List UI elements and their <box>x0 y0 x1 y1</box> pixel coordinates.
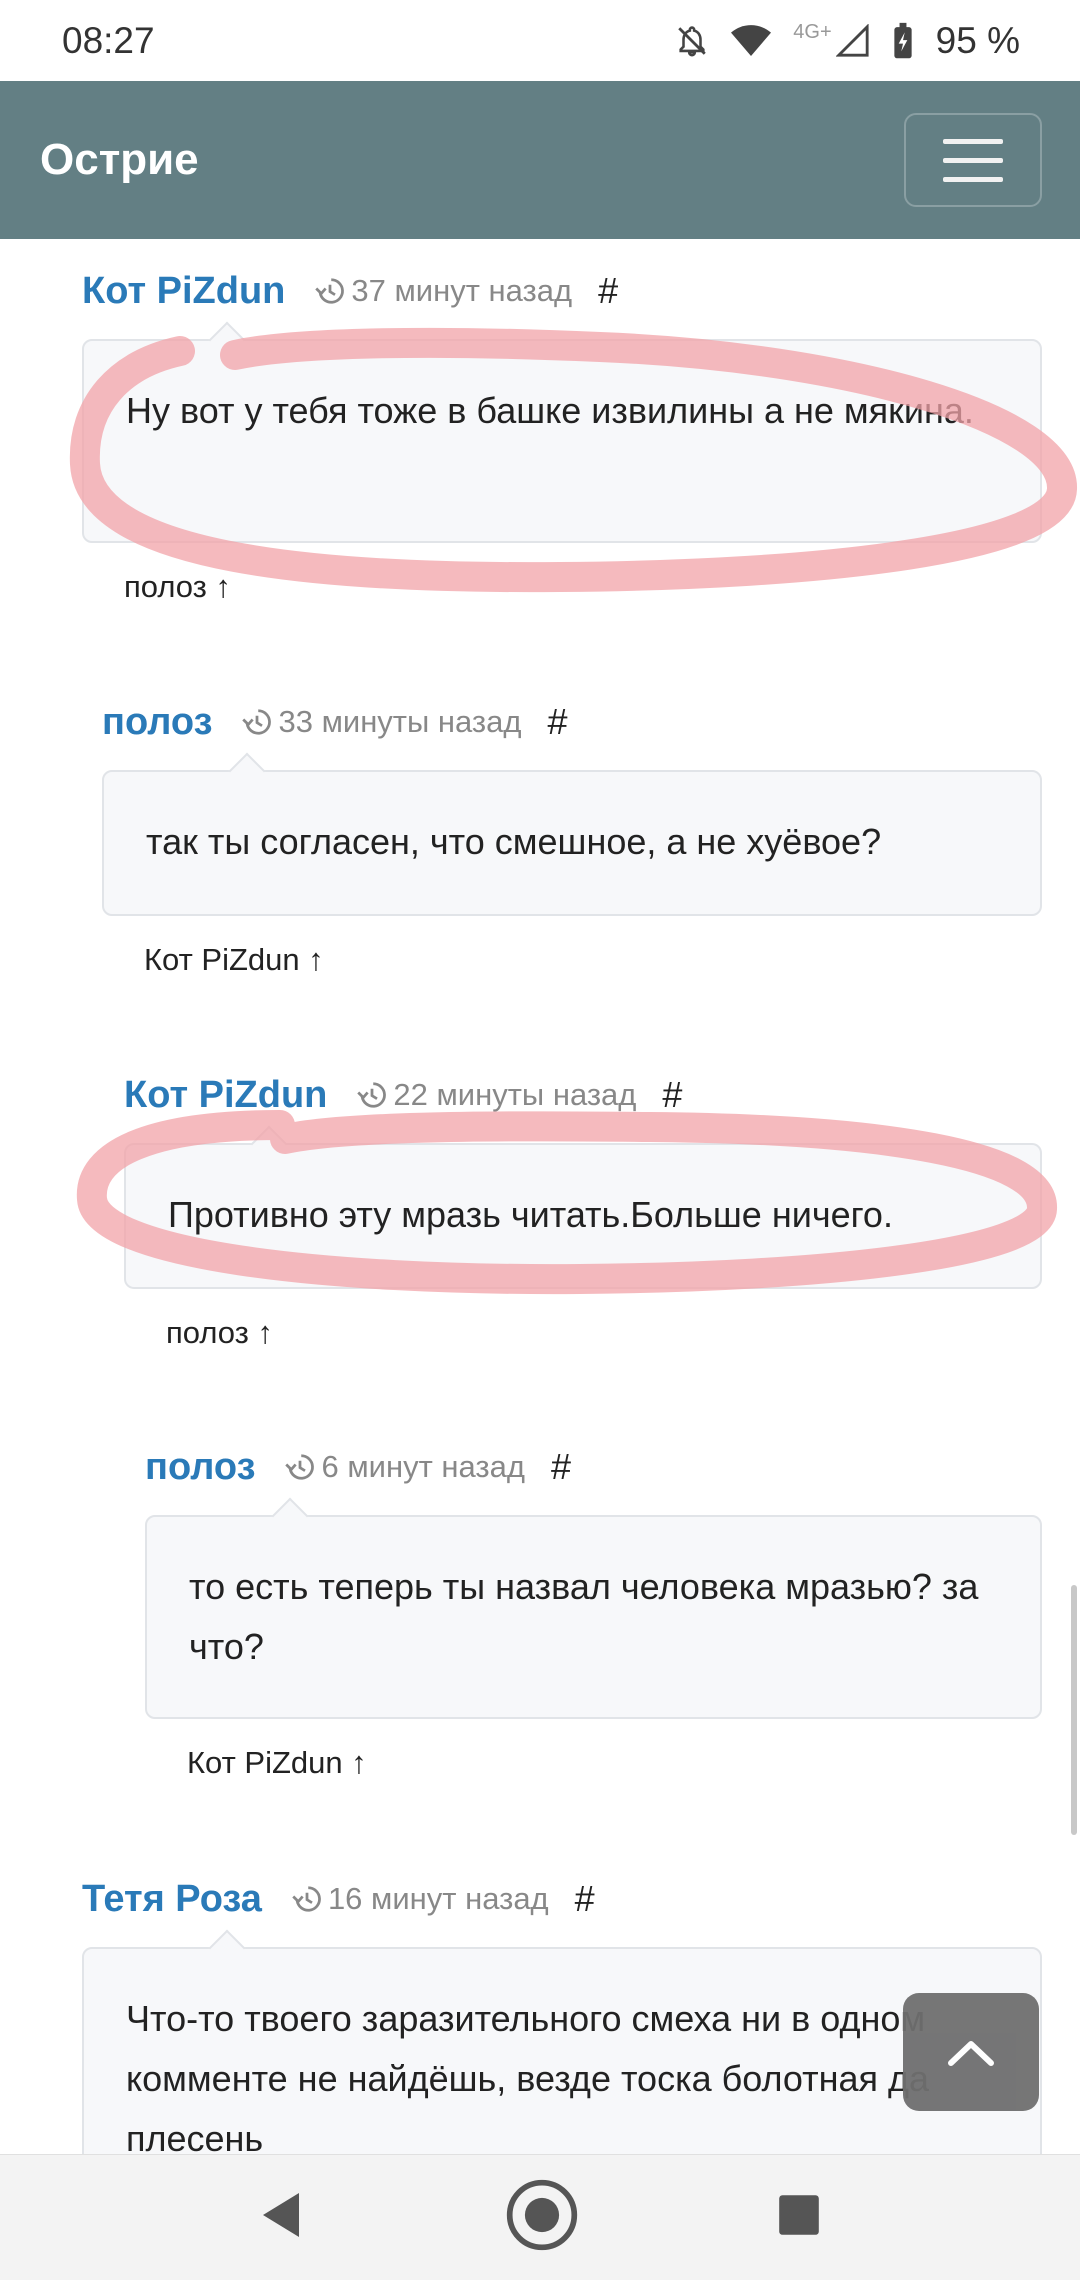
comment-header: полоз 33 минуты назад # <box>102 692 1042 752</box>
comment-author[interactable]: полоз <box>145 1446 255 1489</box>
home-icon <box>506 2179 578 2251</box>
reply-link[interactable]: Кот PiZdun ↑ <box>144 942 1042 978</box>
site-brand[interactable]: Острие <box>40 135 199 185</box>
comment-time-text: 37 минут назад <box>351 273 573 308</box>
comment-body: Ну вот у тебя тоже в башке извилины а не… <box>82 339 1042 543</box>
comment-body: Что-то твоего заразительного смеха ни в … <box>82 1947 1042 2154</box>
hamburger-icon-line <box>943 157 1003 163</box>
comment-author[interactable]: Кот PiZdun <box>82 270 285 313</box>
status-icons: 4G+ 95 % <box>675 20 1020 62</box>
comment-time-text: 6 минут назад <box>321 1449 525 1484</box>
comment: полоз 33 минуты назад # так ты согласен,… <box>102 692 1042 978</box>
reply-link[interactable]: полоз ↑ <box>166 1315 1042 1351</box>
hamburger-icon-line <box>943 176 1003 182</box>
comment-permalink[interactable]: # <box>598 270 618 312</box>
comment: Кот PiZdun 22 минуты назад # Противно эт… <box>124 1065 1042 1351</box>
comment-permalink[interactable]: # <box>547 701 567 743</box>
comment-text: Ну вот у тебя тоже в башке извилины а не… <box>126 390 974 431</box>
comment: Тетя Роза 16 минут назад # Что-то твоего… <box>82 1869 1042 2154</box>
wifi-icon <box>731 24 772 58</box>
menu-toggle-button[interactable] <box>904 113 1042 207</box>
history-icon <box>315 278 345 304</box>
home-button[interactable] <box>504 2177 580 2258</box>
comment-body: то есть теперь ты назвал человека мразью… <box>145 1515 1042 1719</box>
comment-author[interactable]: Кот PiZdun <box>124 1074 327 1117</box>
system-nav-bar <box>0 2154 1080 2280</box>
top-navbar: Острие <box>0 81 1080 239</box>
history-icon <box>357 1082 387 1108</box>
hamburger-icon-line <box>943 138 1003 144</box>
comment-text: Что-то твоего заразительного смеха ни в … <box>126 1998 930 2154</box>
status-time: 08:27 <box>62 19 155 61</box>
signal-icon <box>835 23 870 58</box>
comment-time-text: 16 минут назад <box>327 1881 549 1916</box>
comment-permalink[interactable]: # <box>575 1878 595 1920</box>
scroll-to-top-button[interactable] <box>903 1993 1039 2111</box>
network-type: 4G+ <box>793 21 832 43</box>
comment-permalink[interactable]: # <box>662 1074 682 1116</box>
page-scrollbar[interactable] <box>1071 1585 1077 1835</box>
comment-time: 22 минуты назад <box>357 1077 636 1113</box>
comment-time: 37 минут назад <box>315 273 572 309</box>
comment-header: Кот PiZdun 37 минут назад # <box>82 261 1042 321</box>
comment-body: так ты согласен, что смешное, а не хуёво… <box>102 770 1042 916</box>
recents-button[interactable] <box>777 2193 821 2242</box>
chevron-up-icon <box>948 2041 994 2066</box>
reply-link[interactable]: Кот PiZdun ↑ <box>187 1745 1042 1781</box>
comment: Кот PiZdun 37 минут назад # Ну вот у теб… <box>82 261 1042 605</box>
comment-header: полоз 6 минут назад # <box>145 1437 1042 1497</box>
comment-text: Противно эту мразь читать.Больше ничего. <box>168 1194 893 1235</box>
history-icon <box>285 1454 315 1480</box>
comment-time: 16 минут назад <box>292 1881 549 1917</box>
history-icon <box>292 1886 321 1912</box>
comment-time-text: 22 минуты назад <box>393 1077 637 1112</box>
history-icon <box>242 709 272 735</box>
comment-text: так ты согласен, что смешное, а не хуёво… <box>146 821 882 862</box>
back-icon <box>262 2193 299 2237</box>
mute-icon <box>675 24 709 58</box>
comment-header: Тетя Роза 16 минут назад # <box>82 1869 1042 1929</box>
back-button[interactable] <box>259 2189 307 2246</box>
comment: полоз 6 минут назад # то есть теперь ты … <box>145 1437 1042 1781</box>
battery-percent: 95 % <box>935 19 1020 61</box>
comment-time: 33 минуты назад <box>242 704 521 740</box>
recents-icon <box>779 2195 820 2235</box>
comment-author[interactable]: полоз <box>102 701 212 744</box>
comment-author[interactable]: Тетя Роза <box>82 1878 262 1921</box>
comment-text: то есть теперь ты назвал человека мразью… <box>189 1566 979 1667</box>
comment-header: Кот PiZdun 22 минуты назад # <box>124 1065 1042 1125</box>
comment-time-text: 33 минуты назад <box>278 704 522 739</box>
comment-time: 6 минут назад <box>285 1449 525 1485</box>
comments-list: Кот PiZdun 37 минут назад # Ну вот у теб… <box>0 239 1080 2154</box>
reply-link[interactable]: полоз ↑ <box>124 569 1042 605</box>
status-bar: 08:27 4G+ 95 % <box>0 0 1080 81</box>
comment-body: Противно эту мразь читать.Больше ничего. <box>124 1143 1042 1289</box>
comment-permalink[interactable]: # <box>551 1446 571 1488</box>
battery-icon <box>892 22 914 60</box>
